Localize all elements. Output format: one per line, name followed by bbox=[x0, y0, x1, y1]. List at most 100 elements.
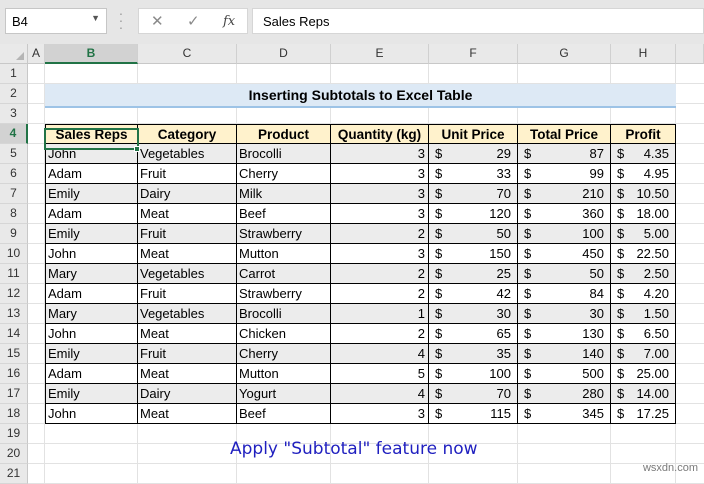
row-header-17[interactable]: 17 bbox=[0, 384, 28, 404]
header-product[interactable]: Product bbox=[237, 124, 331, 144]
profit-cell[interactable]: $10.50 bbox=[611, 184, 676, 204]
column-header-d[interactable]: D bbox=[237, 44, 331, 64]
quantity-cell[interactable]: 2 bbox=[331, 264, 429, 284]
total-price-cell[interactable]: $210 bbox=[518, 184, 611, 204]
quantity-cell[interactable]: 3 bbox=[331, 184, 429, 204]
insert-function-icon[interactable]: fx bbox=[223, 14, 235, 29]
total-price-cell[interactable]: $99 bbox=[518, 164, 611, 184]
quantity-cell[interactable]: 2 bbox=[331, 324, 429, 344]
total-price-cell[interactable]: $345 bbox=[518, 404, 611, 424]
product-cell[interactable]: Cherry bbox=[237, 344, 331, 364]
sales-rep-cell[interactable]: Adam bbox=[45, 284, 138, 304]
profit-cell[interactable]: $25.00 bbox=[611, 364, 676, 384]
row-header-4[interactable]: 4 bbox=[0, 124, 28, 144]
sales-rep-cell[interactable]: Emily bbox=[45, 344, 138, 364]
total-price-cell[interactable]: $84 bbox=[518, 284, 611, 304]
quantity-cell[interactable]: 2 bbox=[331, 284, 429, 304]
unit-price-cell[interactable]: $25 bbox=[429, 264, 518, 284]
category-cell[interactable]: Vegetables bbox=[138, 304, 237, 324]
quantity-cell[interactable]: 3 bbox=[331, 404, 429, 424]
worksheet-grid[interactable]: ABCDEFGH 1 2 3 4 5 6 7 8 9 10 11 12 13 14 15 16 17 18 19 20… bbox=[0, 44, 704, 484]
sales-rep-cell[interactable]: John bbox=[45, 404, 138, 424]
header-category[interactable]: Category bbox=[138, 124, 237, 144]
category-cell[interactable]: Meat bbox=[138, 404, 237, 424]
row-header-12[interactable]: 12 bbox=[0, 284, 28, 304]
profit-cell[interactable]: $17.25 bbox=[611, 404, 676, 424]
total-price-cell[interactable]: $87 bbox=[518, 144, 611, 164]
header-sales-reps[interactable]: Sales Reps bbox=[45, 124, 138, 144]
row-header-7[interactable]: 7 bbox=[0, 184, 28, 204]
product-cell[interactable]: Strawberry bbox=[237, 224, 331, 244]
sales-rep-cell[interactable]: Mary bbox=[45, 264, 138, 284]
profit-cell[interactable]: $7.00 bbox=[611, 344, 676, 364]
product-cell[interactable]: Strawberry bbox=[237, 284, 331, 304]
row-header-2[interactable]: 2 bbox=[0, 84, 28, 104]
unit-price-cell[interactable]: $120 bbox=[429, 204, 518, 224]
profit-cell[interactable]: $2.50 bbox=[611, 264, 676, 284]
row-header-9[interactable]: 9 bbox=[0, 224, 28, 244]
chevron-down-icon[interactable]: ▼ bbox=[91, 13, 100, 23]
sales-rep-cell[interactable]: John bbox=[45, 244, 138, 264]
unit-price-cell[interactable]: $29 bbox=[429, 144, 518, 164]
unit-price-cell[interactable]: $50 bbox=[429, 224, 518, 244]
row-header-16[interactable]: 16 bbox=[0, 364, 28, 384]
product-cell[interactable]: Beef bbox=[237, 204, 331, 224]
formula-input[interactable]: Sales Reps bbox=[252, 8, 704, 34]
enter-icon[interactable]: ✓ bbox=[187, 12, 200, 30]
profit-cell[interactable]: $4.35 bbox=[611, 144, 676, 164]
total-price-cell[interactable]: $140 bbox=[518, 344, 611, 364]
profit-cell[interactable]: $22.50 bbox=[611, 244, 676, 264]
total-price-cell[interactable]: $500 bbox=[518, 364, 611, 384]
unit-price-cell[interactable]: $70 bbox=[429, 384, 518, 404]
product-cell[interactable]: Brocolli bbox=[237, 304, 331, 324]
product-cell[interactable]: Beef bbox=[237, 404, 331, 424]
unit-price-cell[interactable]: $65 bbox=[429, 324, 518, 344]
row-header-14[interactable]: 14 bbox=[0, 324, 28, 344]
profit-cell[interactable]: $4.95 bbox=[611, 164, 676, 184]
column-header-e[interactable]: E bbox=[331, 44, 429, 64]
category-cell[interactable]: Vegetables bbox=[138, 264, 237, 284]
unit-price-cell[interactable]: $35 bbox=[429, 344, 518, 364]
total-price-cell[interactable]: $360 bbox=[518, 204, 611, 224]
total-price-cell[interactable]: $100 bbox=[518, 224, 611, 244]
quantity-cell[interactable]: 3 bbox=[331, 144, 429, 164]
unit-price-cell[interactable]: $30 bbox=[429, 304, 518, 324]
total-price-cell[interactable]: $280 bbox=[518, 384, 611, 404]
category-cell[interactable]: Dairy bbox=[138, 184, 237, 204]
row-header-21[interactable]: 21 bbox=[0, 464, 28, 484]
header-quantity[interactable]: Quantity (kg) bbox=[331, 124, 429, 144]
product-cell[interactable]: Yogurt bbox=[237, 384, 331, 404]
category-cell[interactable]: Meat bbox=[138, 324, 237, 344]
row-header-20[interactable]: 20 bbox=[0, 444, 28, 464]
select-all-corner[interactable] bbox=[0, 44, 28, 64]
column-header-c[interactable]: C bbox=[138, 44, 237, 64]
sheet-title[interactable]: Inserting Subtotals to Excel Table bbox=[45, 84, 676, 108]
header-profit[interactable]: Profit bbox=[611, 124, 676, 144]
row-header-5[interactable]: 5 bbox=[0, 144, 28, 164]
column-header-f[interactable]: F bbox=[429, 44, 518, 64]
category-cell[interactable]: Fruit bbox=[138, 344, 237, 364]
product-cell[interactable]: Milk bbox=[237, 184, 331, 204]
total-price-cell[interactable]: $130 bbox=[518, 324, 611, 344]
category-cell[interactable]: Meat bbox=[138, 364, 237, 384]
profit-cell[interactable]: $5.00 bbox=[611, 224, 676, 244]
header-unit-price[interactable]: Unit Price bbox=[429, 124, 518, 144]
row-header-3[interactable]: 3 bbox=[0, 104, 28, 124]
quantity-cell[interactable]: 3 bbox=[331, 244, 429, 264]
row-header-13[interactable]: 13 bbox=[0, 304, 28, 324]
product-cell[interactable]: Brocolli bbox=[237, 144, 331, 164]
profit-cell[interactable]: $14.00 bbox=[611, 384, 676, 404]
total-price-cell[interactable]: $30 bbox=[518, 304, 611, 324]
row-header-10[interactable]: 10 bbox=[0, 244, 28, 264]
sales-rep-cell[interactable]: Emily bbox=[45, 384, 138, 404]
unit-price-cell[interactable]: $70 bbox=[429, 184, 518, 204]
sales-rep-cell[interactable]: Adam bbox=[45, 364, 138, 384]
more-options-icon[interactable]: · · · bbox=[118, 6, 124, 34]
row-header-8[interactable]: 8 bbox=[0, 204, 28, 224]
unit-price-cell[interactable]: $100 bbox=[429, 364, 518, 384]
profit-cell[interactable]: $18.00 bbox=[611, 204, 676, 224]
quantity-cell[interactable]: 2 bbox=[331, 224, 429, 244]
sales-rep-cell[interactable]: John bbox=[45, 324, 138, 344]
category-cell[interactable]: Fruit bbox=[138, 224, 237, 244]
name-box[interactable]: B4 ▼ bbox=[5, 8, 107, 34]
